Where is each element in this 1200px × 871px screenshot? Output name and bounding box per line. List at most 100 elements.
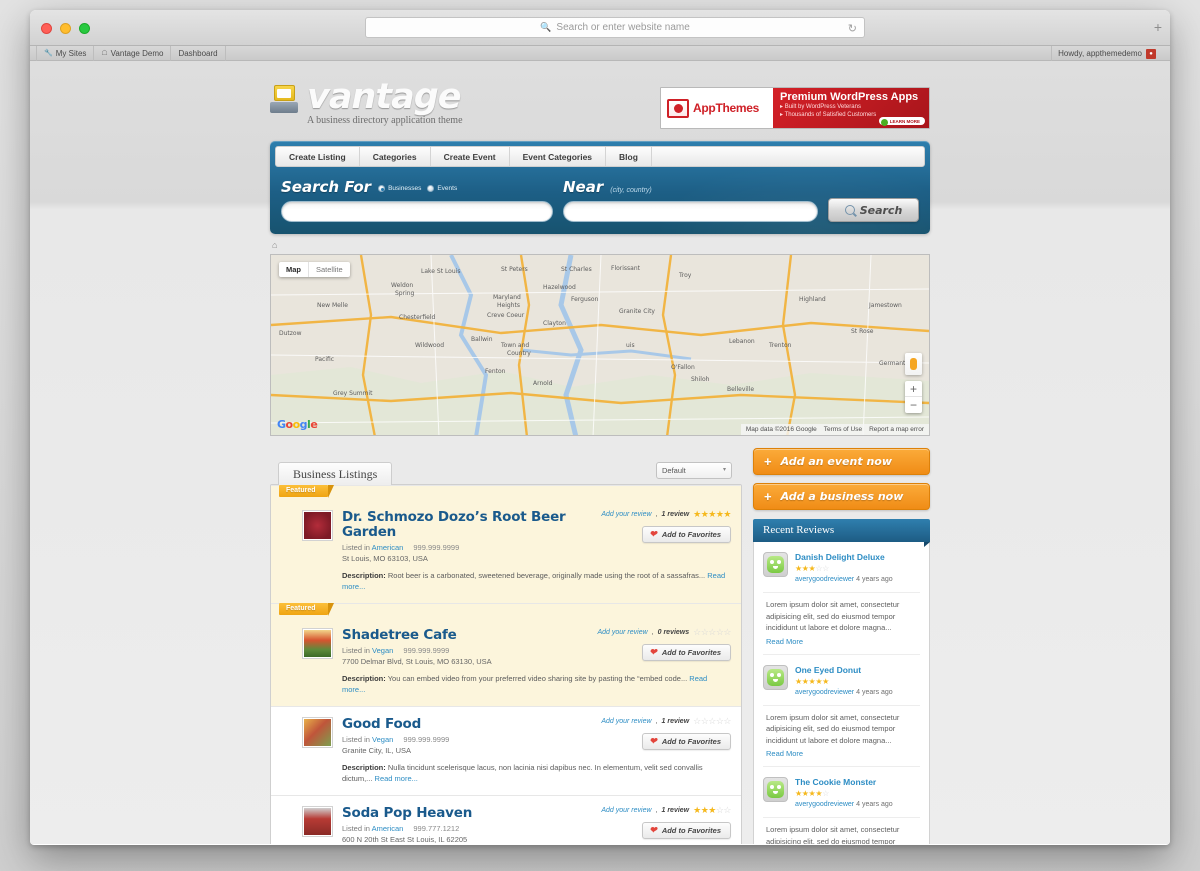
listings-map[interactable]: Florissant St Peters St Charles Troy Lake … xyxy=(270,254,930,436)
add-review-link[interactable]: Add your review xyxy=(601,511,651,518)
listing-thumbnail[interactable] xyxy=(302,717,333,748)
list-item[interactable]: One Eyed Donut ★★★★★ averygoodreviewer 4… xyxy=(763,653,920,706)
add-business-button[interactable]: + Add a business now xyxy=(753,483,930,510)
review-author[interactable]: averygoodreviewer xyxy=(795,801,854,808)
add-to-favorites-button[interactable]: ❤ Add to Favorites xyxy=(642,733,731,750)
review-subject-title[interactable]: The Cookie Monster xyxy=(795,777,920,787)
review-author[interactable]: averygoodreviewer xyxy=(795,576,854,583)
search-type-radio-group[interactable]: Businesses Events xyxy=(378,185,457,192)
street-view-pegman-icon[interactable] xyxy=(905,353,922,375)
minimize-window-button[interactable] xyxy=(60,23,71,34)
review-text: Lorem ipsum dolor sit amet, consectetur … xyxy=(766,825,900,844)
adminbar-account[interactable]: Howdy, appthemedemo ● xyxy=(1051,46,1162,61)
listing-category-link[interactable]: American xyxy=(372,824,404,833)
map-marker[interactable] xyxy=(510,313,522,329)
adminbar-item-dashboard[interactable]: Dashboard xyxy=(171,45,226,61)
nav-item-categories[interactable]: Categories xyxy=(360,147,431,166)
map-marker[interactable] xyxy=(493,315,505,331)
add-review-link[interactable]: Add your review xyxy=(601,718,651,725)
breadcrumb[interactable]: ⌂ xyxy=(270,234,930,254)
listing-address: St Louis, MO 63103, USA xyxy=(342,554,428,563)
svg-text:Lake St Louis: Lake St Louis xyxy=(421,268,460,275)
close-window-button[interactable] xyxy=(41,23,52,34)
listing-meta: Listed in American 999.999.9999 xyxy=(342,543,593,552)
listing-thumbnail[interactable] xyxy=(302,510,333,541)
ad-brand-part-b: Themes xyxy=(715,101,759,115)
list-item[interactable]: Featured Shadetree Cafe Listed in Vegan … xyxy=(271,603,741,706)
listing-title[interactable]: Soda Pop Heaven xyxy=(342,806,472,821)
map-marker[interactable] xyxy=(641,319,653,335)
nav-item-blog[interactable]: Blog xyxy=(606,147,652,166)
search-button[interactable]: Search xyxy=(828,198,919,222)
address-bar[interactable]: 🔍 Search or enter website name ↻ xyxy=(365,17,865,38)
wrench-icon: 🔧 xyxy=(44,50,53,57)
list-item[interactable]: Danish Delight Deluxe ★★★☆☆ averygoodrev… xyxy=(763,542,920,593)
add-to-favorites-button[interactable]: ❤ Add to Favorites xyxy=(642,822,731,839)
radio-events[interactable]: Events xyxy=(427,185,457,192)
add-event-button[interactable]: + Add an event now xyxy=(753,448,930,475)
maximize-window-button[interactable] xyxy=(79,23,90,34)
zoom-out-button[interactable]: − xyxy=(905,397,922,413)
listing-title[interactable]: Good Food xyxy=(342,717,449,732)
nav-item-event-categories[interactable]: Event Categories xyxy=(510,147,607,166)
zoom-in-button[interactable]: + xyxy=(905,381,922,397)
listing-review-line: Add your review, 1 review ★★★★★ xyxy=(601,509,731,519)
review-author[interactable]: averygoodreviewer xyxy=(795,689,854,696)
appthemes-ad-banner[interactable]: AppThemes Premium WordPress Apps ▸ Built… xyxy=(660,87,930,129)
site-branding[interactable]: vantage A business directory application… xyxy=(270,77,463,126)
listing-category-link[interactable]: Vegan xyxy=(372,735,393,744)
listing-category-link[interactable]: Vegan xyxy=(372,646,393,655)
read-more-link[interactable]: Read More xyxy=(763,637,920,646)
list-item[interactable]: Good Food Listed in Vegan 999.999.9999 G… xyxy=(271,706,741,795)
listing-title[interactable]: Dr. Schmozo Dozo’s Root Beer Garden xyxy=(342,510,593,540)
read-more-link[interactable]: Read More xyxy=(763,749,920,758)
map-marker[interactable] xyxy=(543,367,555,383)
listing-thumbnail[interactable] xyxy=(302,806,333,837)
adminbar-item-vantage-demo[interactable]: ☖ Vantage Demo xyxy=(94,45,172,61)
heart-icon: ❤ xyxy=(649,736,657,746)
map-marker[interactable] xyxy=(509,360,521,376)
list-item[interactable]: Featured Dr. Schmozo Dozo’s Root Beer Ga… xyxy=(271,485,741,603)
new-tab-button[interactable]: + xyxy=(1154,20,1162,34)
map-terms-link[interactable]: Terms of Use xyxy=(824,426,862,433)
map-marker[interactable] xyxy=(471,358,483,374)
reload-icon[interactable]: ↻ xyxy=(848,22,857,35)
listing-phone: 999.999.9999 xyxy=(403,735,450,744)
search-near-group: Near (city, country) xyxy=(563,178,818,222)
add-to-favorites-button[interactable]: ❤ Add to Favorites xyxy=(642,644,731,661)
add-review-link[interactable]: Add your review xyxy=(597,629,647,636)
map-zoom-control[interactable]: + − xyxy=(905,381,922,413)
map-marker[interactable] xyxy=(613,345,625,361)
listing-category-link[interactable]: American xyxy=(372,543,404,552)
list-item[interactable]: Soda Pop Heaven Listed in American 999.7… xyxy=(271,795,741,844)
ad-cta-button[interactable]: LEARN MORE xyxy=(878,117,925,126)
adminbar-item-my-sites[interactable]: 🔧 My Sites xyxy=(36,45,95,61)
add-to-favorites-button[interactable]: ❤ Add to Favorites xyxy=(642,526,731,543)
nav-item-create-event[interactable]: Create Event xyxy=(431,147,510,166)
map-marker[interactable] xyxy=(587,331,599,347)
search-keyword-input[interactable] xyxy=(281,201,553,222)
review-subject-title[interactable]: Danish Delight Deluxe xyxy=(795,552,920,562)
home-icon[interactable]: ⌂ xyxy=(272,240,277,250)
map-marker[interactable] xyxy=(557,373,569,389)
listing-thumbnail[interactable] xyxy=(302,628,333,659)
list-item[interactable]: The Cookie Monster ★★★★☆ averygoodreview… xyxy=(763,766,920,818)
map-marker[interactable] xyxy=(583,284,595,300)
monster-avatar-icon xyxy=(763,777,788,802)
map-type-satellite[interactable]: Satellite xyxy=(309,262,350,277)
sort-dropdown[interactable]: Default ▾ xyxy=(656,461,732,479)
search-location-input[interactable] xyxy=(563,201,818,222)
radio-businesses[interactable]: Businesses xyxy=(378,185,421,192)
map-type-map[interactable]: Map xyxy=(279,262,309,277)
review-subject-title[interactable]: One Eyed Donut xyxy=(795,665,920,675)
listing-title[interactable]: Shadetree Cafe xyxy=(342,628,492,643)
map-marker[interactable] xyxy=(595,295,607,311)
map-report-link[interactable]: Report a map error xyxy=(869,426,924,433)
window-traffic-lights[interactable] xyxy=(41,23,90,34)
add-review-link[interactable]: Add your review xyxy=(601,807,651,814)
map-marker[interactable] xyxy=(568,300,580,316)
read-more-link[interactable]: Read more... xyxy=(375,774,418,783)
map-type-control[interactable]: Map Satellite xyxy=(279,262,350,277)
nav-item-create-listing[interactable]: Create Listing xyxy=(276,147,360,166)
review-time: 4 years ago xyxy=(856,801,893,808)
